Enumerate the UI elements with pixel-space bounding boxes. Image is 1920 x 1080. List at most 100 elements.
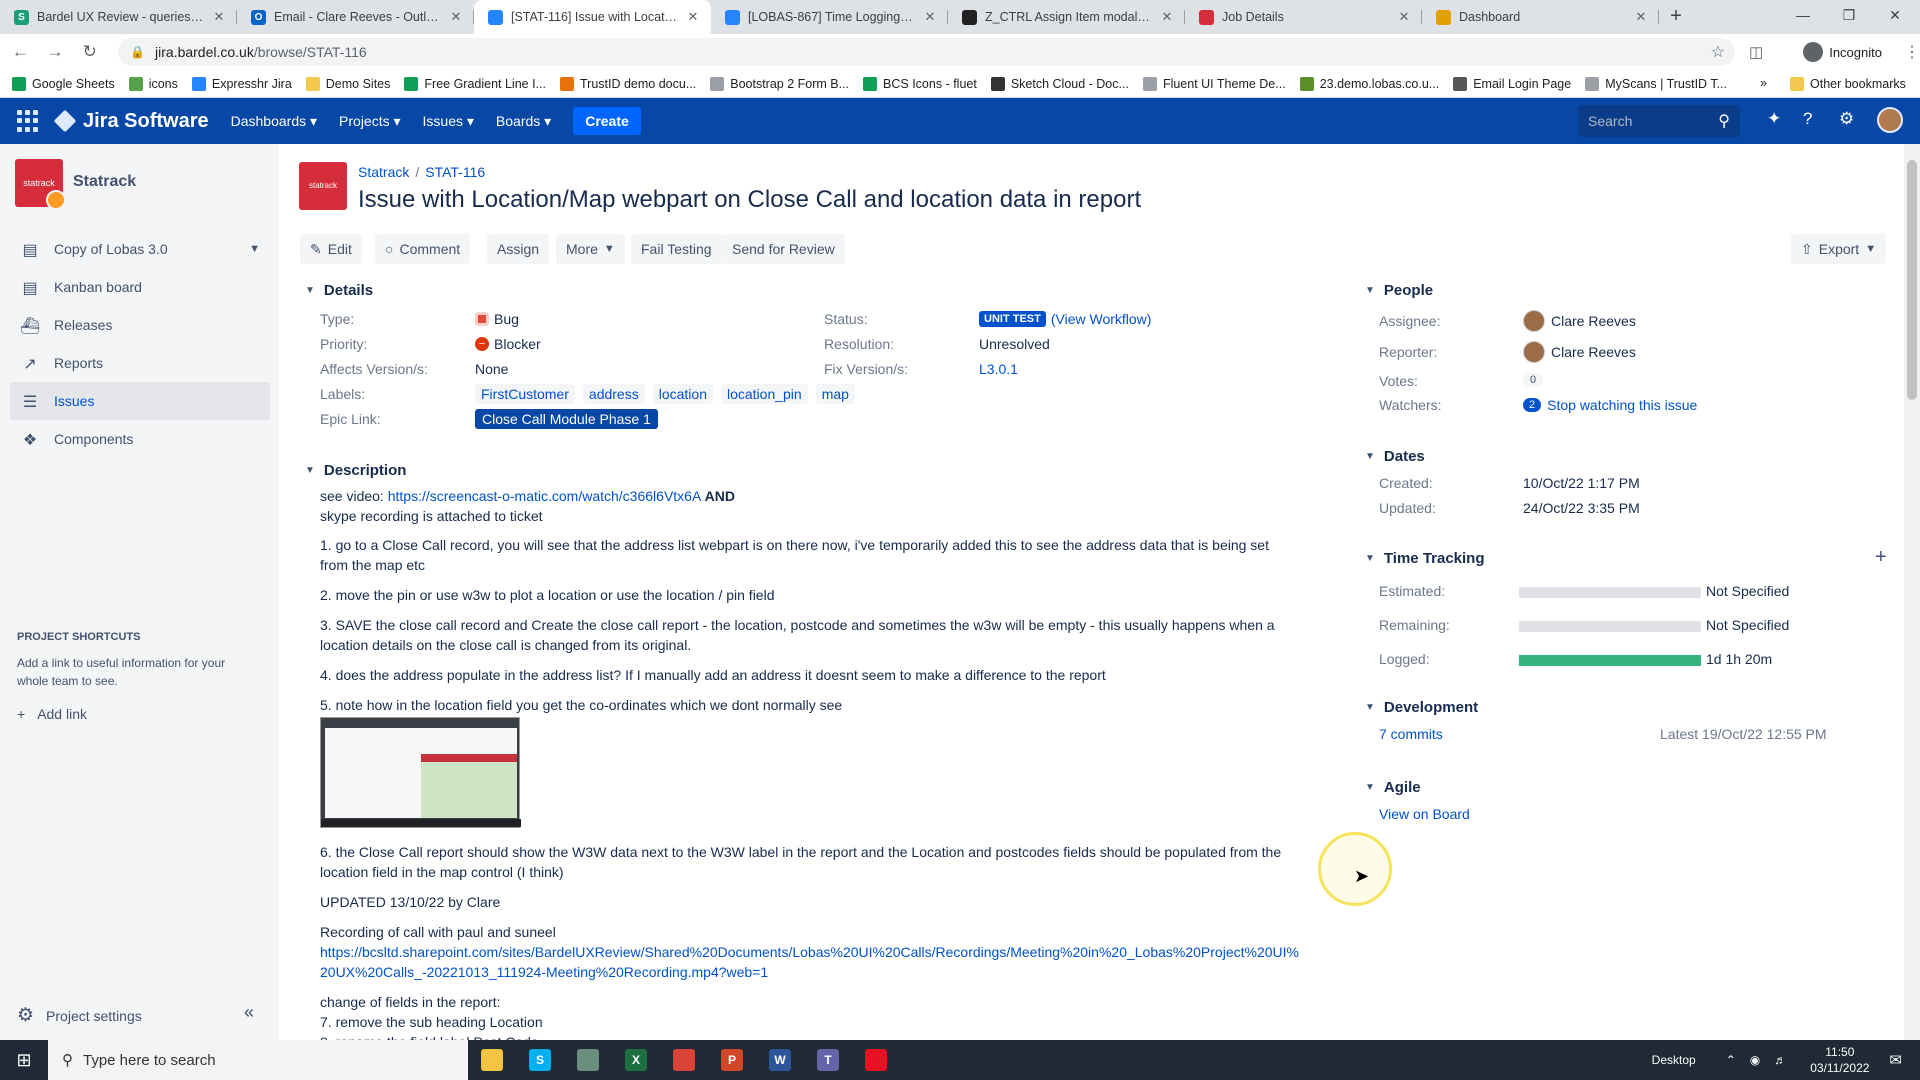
- app-switcher-icon[interactable]: [17, 110, 39, 132]
- browser-tab[interactable]: Z_CTRL Assign Item modal | LO ✕: [948, 0, 1185, 34]
- label-tag[interactable]: location_pin: [720, 384, 808, 404]
- breadcrumb-issue-key[interactable]: STAT-116: [425, 164, 485, 180]
- label-tag[interactable]: location: [652, 384, 713, 404]
- close-tab-icon[interactable]: ✕: [685, 9, 701, 25]
- issue-summary[interactable]: Issue with Location/Map webpart on Close…: [358, 186, 1141, 214]
- sidebar-item-components[interactable]: ❖ Components: [10, 420, 270, 458]
- settings-gear-icon[interactable]: ⚙: [1839, 109, 1854, 129]
- epic-lozenge[interactable]: Close Call Module Phase 1: [475, 409, 658, 429]
- scrollbar-thumb[interactable]: [1907, 160, 1917, 400]
- export-button[interactable]: ⇧ Export ▼: [1791, 234, 1887, 264]
- close-tab-icon[interactable]: ✕: [922, 9, 938, 25]
- chrome-icon[interactable]: [660, 1040, 708, 1080]
- bookmark-item[interactable]: MyScans | TrustID T...: [1585, 76, 1727, 91]
- incognito-profile[interactable]: Incognito: [1803, 42, 1882, 62]
- sidebar-item-kanban-board[interactable]: ▤ Kanban board: [10, 268, 270, 306]
- fix-version-link[interactable]: L3.0.1: [979, 361, 1018, 377]
- jira-logo[interactable]: Jira Software: [53, 110, 209, 133]
- comment-button[interactable]: ○ Comment: [375, 234, 471, 264]
- close-tab-icon[interactable]: ✕: [1633, 9, 1649, 25]
- view-on-board-link[interactable]: View on Board: [1379, 806, 1470, 822]
- nav-issues[interactable]: Issues ▾: [423, 113, 474, 130]
- network-icon[interactable]: ◉: [1750, 1053, 1760, 1067]
- browser-tab[interactable]: Job Details ✕: [1185, 0, 1422, 34]
- sidebar-item-issues[interactable]: ☰ Issues: [10, 382, 270, 420]
- close-tab-icon[interactable]: ✕: [448, 9, 464, 25]
- dates-header[interactable]: ▼ Dates: [1365, 448, 1425, 465]
- bookmark-star-icon[interactable]: ☆: [1711, 42, 1725, 62]
- add-link-button[interactable]: + Add link: [17, 706, 87, 722]
- search-input[interactable]: Search ⚲: [1578, 105, 1740, 137]
- notifications-icon[interactable]: ✉: [1889, 1051, 1902, 1069]
- time-tracking-header[interactable]: ▼ Time Tracking: [1365, 550, 1485, 567]
- file-explorer-icon[interactable]: [468, 1040, 516, 1080]
- taskbar-search-input[interactable]: ⚲ Type here to search: [48, 1040, 468, 1080]
- more-button[interactable]: More ▼: [556, 234, 625, 264]
- bookmark-item[interactable]: Bootstrap 2 Form B...: [710, 76, 849, 91]
- assign-button[interactable]: Assign: [487, 234, 550, 264]
- issue-project-avatar[interactable]: statrack: [299, 162, 347, 210]
- fail-testing-button[interactable]: Fail Testing: [631, 234, 722, 264]
- close-tab-icon[interactable]: ✕: [1396, 9, 1412, 25]
- forward-icon[interactable]: →: [41, 37, 70, 67]
- development-header[interactable]: ▼ Development: [1365, 699, 1478, 716]
- bookmark-item[interactable]: Expresshr Jira: [191, 76, 292, 91]
- send-for-review-button[interactable]: Send for Review: [722, 234, 845, 264]
- project-settings-link[interactable]: ⚙ Project settings: [17, 1004, 142, 1027]
- assignee-value[interactable]: Clare Reeves: [1523, 310, 1636, 332]
- agile-header[interactable]: ▼ Agile: [1365, 779, 1421, 796]
- help-icon[interactable]: ?: [1803, 109, 1812, 129]
- create-button[interactable]: Create: [573, 107, 641, 135]
- bookmark-item[interactable]: Google Sheets: [12, 76, 115, 91]
- side-panel-icon[interactable]: ◫: [1749, 43, 1763, 61]
- new-tab-button[interactable]: +: [1659, 0, 1693, 34]
- browser-tab[interactable]: S Bardel UX Review - queries-202 ✕: [0, 0, 237, 34]
- bookmark-item[interactable]: 23.demo.lobas.co.u...: [1299, 76, 1439, 91]
- label-tag[interactable]: address: [582, 384, 645, 404]
- minimize-button[interactable]: —: [1780, 0, 1826, 30]
- description-header[interactable]: ▼ Description: [305, 462, 406, 479]
- app-icon[interactable]: [564, 1040, 612, 1080]
- reporter-value[interactable]: Clare Reeves: [1523, 341, 1636, 363]
- volume-icon[interactable]: ♬: [1774, 1053, 1786, 1067]
- reload-icon[interactable]: ↻: [75, 37, 104, 67]
- nav-projects[interactable]: Projects ▾: [339, 113, 401, 130]
- nav-boards[interactable]: Boards ▾: [496, 113, 551, 130]
- bookmark-item[interactable]: Demo Sites: [305, 76, 390, 91]
- project-name[interactable]: Statrack: [73, 173, 136, 191]
- excel-icon[interactable]: X: [612, 1040, 660, 1080]
- view-workflow-link[interactable]: (View Workflow): [1051, 311, 1152, 327]
- other-bookmarks[interactable]: Other bookmarks: [1790, 77, 1906, 91]
- board-selector[interactable]: ▤ Copy of Lobas 3.0 ▼: [10, 230, 270, 268]
- sidebar-item-reports[interactable]: ↗ Reports: [10, 344, 270, 382]
- watchers-badge[interactable]: 2: [1523, 398, 1542, 412]
- browser-tab[interactable]: [LOBAS-867] Time Logging - Oc ✕: [711, 0, 948, 34]
- bookmark-item[interactable]: Free Gradient Line I...: [404, 76, 546, 91]
- label-tag[interactable]: FirstCustomer: [475, 384, 575, 404]
- bookmark-item[interactable]: BCS Icons - fluet: [863, 76, 977, 91]
- back-icon[interactable]: ←: [6, 37, 35, 67]
- votes-value[interactable]: 0: [1523, 373, 1544, 387]
- maximize-button[interactable]: ❐: [1826, 0, 1872, 30]
- commits-link[interactable]: 7 commits: [1379, 726, 1443, 742]
- close-window-button[interactable]: ✕: [1872, 0, 1918, 30]
- bookmark-item[interactable]: icons: [128, 76, 178, 91]
- bookmark-item[interactable]: Sketch Cloud - Doc...: [990, 76, 1129, 91]
- url-bar[interactable]: 🔒 jira.bardel.co.uk/browse/STAT-116 ☆: [118, 38, 1736, 66]
- bookmark-item[interactable]: Fluent UI Theme De...: [1142, 76, 1286, 91]
- page-scrollbar[interactable]: [1904, 144, 1920, 1040]
- bookmark-item[interactable]: TrustID demo docu...: [559, 76, 696, 91]
- bookmark-item[interactable]: Email Login Page: [1453, 76, 1571, 91]
- bookmarks-overflow-icon[interactable]: »: [1760, 76, 1767, 90]
- browser-tab[interactable]: Dashboard ✕: [1422, 0, 1659, 34]
- notifications-icon[interactable]: ✦: [1767, 109, 1781, 129]
- recording-link[interactable]: https://bcsltd.sharepoint.com/sites/Bard…: [320, 944, 1299, 980]
- project-avatar[interactable]: statrack: [15, 159, 66, 210]
- sidebar-item-releases[interactable]: ⛴ Releases: [10, 306, 270, 344]
- collapse-sidebar-icon[interactable]: «: [244, 1002, 254, 1023]
- log-work-plus-icon[interactable]: +: [1875, 546, 1887, 569]
- recorder-icon[interactable]: [852, 1040, 900, 1080]
- details-header[interactable]: ▼ Details: [305, 282, 373, 299]
- stop-watching-link[interactable]: Stop watching this issue: [1547, 397, 1697, 413]
- breadcrumb-project[interactable]: Statrack: [358, 164, 409, 180]
